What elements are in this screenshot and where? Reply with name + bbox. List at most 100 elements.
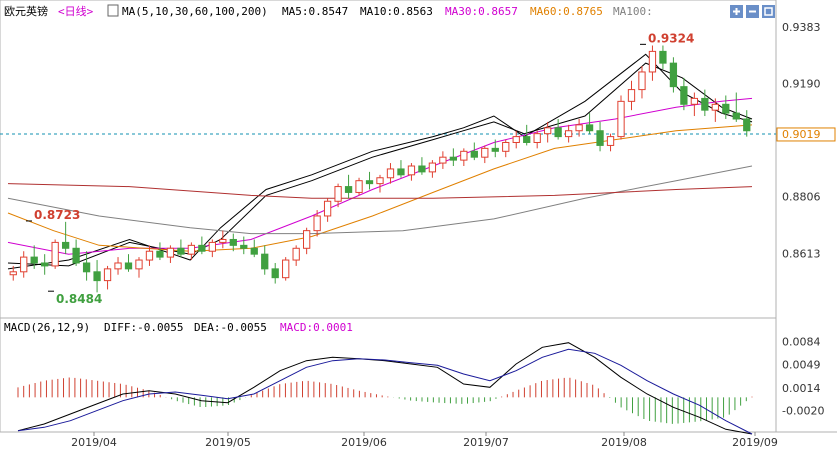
candle	[638, 66, 646, 99]
candle-body	[61, 241, 70, 249]
candle	[743, 110, 751, 137]
candle	[82, 251, 91, 281]
candle-body	[669, 62, 678, 88]
zoom-in-icon[interactable]	[730, 5, 743, 18]
candle	[544, 121, 552, 143]
macd-tick-label: 0.0049	[782, 359, 821, 372]
candle-body	[208, 241, 216, 252]
candle	[61, 221, 70, 255]
ma60-value: MA60:0.8765	[530, 5, 603, 18]
date-tick-label: 2019/08	[601, 436, 647, 449]
candle-body	[407, 165, 416, 176]
candle	[282, 257, 290, 281]
candle-body	[743, 118, 751, 132]
price-tick-label: 0.8613	[782, 247, 821, 260]
candle-body	[428, 162, 437, 173]
candle-body	[533, 133, 541, 143]
annotation-label: 0.9324	[648, 31, 694, 45]
candle-body	[124, 262, 133, 270]
ma5-value: MA5:0.8547	[282, 5, 348, 18]
candle	[502, 139, 510, 158]
candle-body	[334, 186, 342, 202]
candle-body	[512, 136, 520, 143]
candle-body	[418, 165, 426, 173]
candle	[659, 45, 667, 70]
candle	[177, 239, 185, 258]
candle	[208, 239, 216, 258]
ma10-line	[7, 62, 753, 267]
candle-body	[135, 259, 143, 270]
ma-toggle-icon[interactable]	[107, 4, 119, 17]
candle	[41, 254, 49, 275]
candle-body	[376, 177, 384, 185]
candle	[680, 77, 688, 111]
candle	[219, 230, 227, 249]
candle-body	[145, 250, 154, 261]
candle-body	[187, 244, 196, 255]
diff-line	[17, 342, 753, 435]
price-panel-frame	[0, 0, 777, 319]
candle-body	[20, 256, 28, 273]
macd-value: MACD:0.0001	[280, 321, 353, 334]
candle-body	[323, 200, 332, 217]
candle	[732, 92, 740, 122]
candle-body	[680, 86, 688, 105]
candle-body	[313, 215, 321, 232]
candle	[250, 239, 258, 258]
candle-body	[250, 247, 258, 255]
price-tick-label: 0.9190	[782, 78, 821, 91]
candle-body	[365, 180, 374, 185]
fullscreen-icon[interactable]	[762, 5, 775, 18]
candle-body	[41, 262, 49, 267]
annotation-label: 0.8484	[56, 292, 102, 306]
date-tick-label: 2019/09	[732, 436, 778, 449]
candle-body	[439, 156, 447, 164]
candle-body	[732, 112, 740, 120]
candle-body	[177, 247, 185, 255]
candle	[261, 245, 269, 275]
candle	[51, 239, 59, 269]
zoom-out-icon[interactable]	[746, 5, 759, 18]
candle	[491, 139, 499, 158]
candle-body	[460, 150, 468, 161]
candle	[135, 257, 143, 278]
candle	[397, 160, 405, 178]
candle-body	[596, 130, 604, 146]
candle	[292, 245, 300, 266]
candle	[103, 265, 112, 290]
candle	[323, 198, 332, 222]
candle-body	[82, 262, 91, 273]
candle-body	[648, 50, 657, 73]
price-legend: 欧元英镑 <日线> MA(5,10,30,60,100,200) MA5:0.8…	[4, 4, 653, 18]
candle-body	[303, 230, 311, 249]
candle-body	[722, 103, 730, 114]
candle-body	[166, 247, 175, 258]
candle-body	[502, 141, 510, 152]
candle	[564, 124, 573, 143]
candle-body	[30, 256, 38, 264]
candle-body	[481, 147, 489, 158]
price-tick-label: 0.9383	[782, 21, 821, 34]
candle	[554, 118, 562, 140]
candle	[376, 174, 384, 193]
candle-body	[261, 253, 269, 270]
candle-body	[659, 50, 667, 64]
candle-body	[470, 150, 478, 158]
candle	[344, 174, 353, 199]
macd-axis: 0.0084 0.0049 0.0014 -0.0020	[782, 335, 824, 417]
candle	[460, 148, 468, 166]
candle-body	[93, 271, 101, 282]
candlesticks	[9, 45, 751, 293]
date-tick-label: 2019/04	[71, 436, 117, 449]
candle	[271, 262, 279, 284]
candle	[690, 92, 699, 117]
candle-body	[627, 89, 636, 102]
candle	[512, 130, 520, 149]
current-price-label: 0.9019	[782, 128, 821, 141]
candle	[627, 80, 636, 111]
date-tick-label: 2019/06	[341, 436, 387, 449]
candle-body	[638, 71, 646, 91]
candle	[418, 157, 426, 175]
candle-body	[544, 127, 552, 135]
macd-params-label: MACD(26,12,9)	[4, 321, 90, 334]
